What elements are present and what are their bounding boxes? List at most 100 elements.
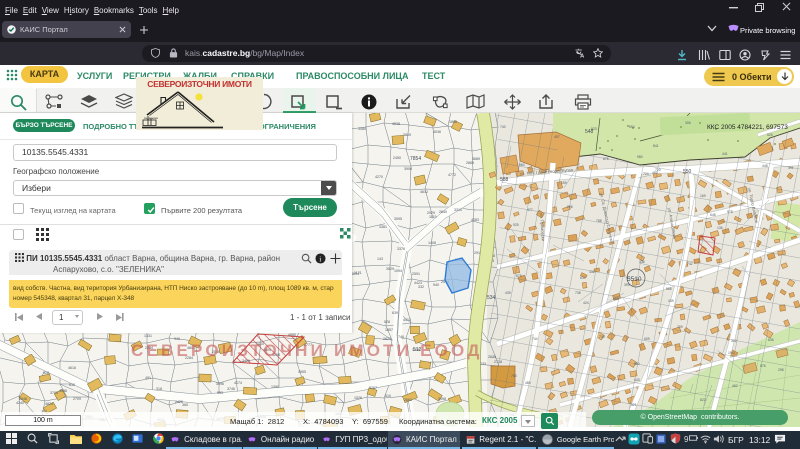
- svg-text:1526: 1526: [354, 396, 362, 400]
- svg-text:4638: 4638: [392, 122, 400, 126]
- svg-text:298: 298: [567, 205, 573, 209]
- svg-text:483: 483: [652, 171, 658, 175]
- svg-text:4988: 4988: [59, 389, 67, 393]
- svg-text:143: 143: [377, 257, 383, 261]
- svg-text:7854: 7854: [410, 156, 421, 162]
- svg-text:332: 332: [418, 285, 424, 289]
- svg-text:548: 548: [585, 129, 594, 135]
- svg-text:194: 194: [728, 351, 734, 355]
- svg-text:2640: 2640: [439, 210, 447, 214]
- svg-text:3795: 3795: [50, 391, 58, 395]
- svg-text:960: 960: [519, 163, 525, 167]
- svg-text:1408: 1408: [428, 241, 436, 245]
- svg-text:457: 457: [554, 135, 560, 139]
- svg-text:860: 860: [634, 362, 640, 366]
- svg-text:2718: 2718: [494, 360, 502, 364]
- svg-text:3955: 3955: [298, 370, 306, 374]
- svg-text:3498: 3498: [438, 397, 446, 401]
- svg-text:4616: 4616: [68, 366, 76, 370]
- svg-text:2450: 2450: [393, 156, 401, 160]
- svg-text:3381: 3381: [379, 225, 387, 229]
- svg-text:159: 159: [561, 181, 567, 185]
- svg-text:1866: 1866: [449, 120, 457, 124]
- svg-text:3906: 3906: [404, 167, 412, 171]
- svg-text:3267: 3267: [369, 386, 377, 390]
- svg-text:928: 928: [43, 371, 49, 375]
- svg-text:ККС 2005 4784221, 697573: ККС 2005 4784221, 697573: [707, 124, 788, 131]
- svg-text:136: 136: [639, 260, 645, 264]
- svg-text:4612: 4612: [420, 190, 428, 194]
- svg-text:431: 431: [589, 270, 595, 274]
- svg-text:462: 462: [732, 384, 738, 388]
- svg-text:136: 136: [717, 226, 723, 230]
- svg-text:2709: 2709: [73, 397, 81, 401]
- svg-text:566: 566: [666, 287, 672, 291]
- svg-text:638: 638: [69, 383, 75, 387]
- svg-text:594: 594: [629, 125, 635, 129]
- svg-text:Недвижими: Недвижими: [144, 116, 159, 120]
- svg-text:985: 985: [613, 297, 619, 301]
- svg-text:676: 676: [603, 157, 609, 161]
- svg-text:730: 730: [599, 335, 605, 339]
- svg-text:3095: 3095: [394, 217, 402, 221]
- svg-text:526: 526: [767, 133, 773, 137]
- svg-text:841: 841: [653, 144, 659, 148]
- svg-text:439: 439: [668, 299, 674, 303]
- svg-text:876: 876: [760, 364, 766, 368]
- svg-text:480: 480: [525, 381, 531, 385]
- svg-text:2661: 2661: [404, 398, 412, 402]
- svg-text:4772: 4772: [448, 173, 456, 177]
- svg-text:740: 740: [500, 125, 506, 129]
- svg-text:528: 528: [384, 320, 390, 324]
- svg-text:3746: 3746: [227, 387, 235, 391]
- svg-text:4270: 4270: [375, 175, 383, 179]
- svg-text:1094: 1094: [394, 269, 402, 273]
- svg-text:636: 636: [768, 338, 774, 342]
- svg-text:321: 321: [631, 403, 637, 407]
- svg-text:2039: 2039: [488, 355, 496, 359]
- svg-text:3529: 3529: [386, 267, 394, 271]
- svg-text:3310: 3310: [454, 208, 462, 212]
- svg-text:169: 169: [700, 194, 706, 198]
- svg-text:639: 639: [392, 311, 398, 315]
- svg-text:i: i: [319, 254, 321, 263]
- svg-text:477: 477: [527, 208, 533, 212]
- svg-text:3084: 3084: [358, 127, 366, 131]
- svg-text:4412: 4412: [403, 318, 411, 322]
- svg-text:3849: 3849: [403, 133, 411, 137]
- svg-text:439: 439: [505, 291, 511, 295]
- svg-text:2426: 2426: [175, 400, 183, 404]
- svg-text:4694: 4694: [351, 272, 359, 276]
- svg-text:940: 940: [433, 283, 439, 287]
- svg-text:2591: 2591: [412, 272, 420, 276]
- svg-text:424: 424: [583, 301, 589, 305]
- svg-text:A: A: [580, 54, 585, 58]
- svg-text:4174: 4174: [234, 381, 242, 385]
- svg-text:738: 738: [575, 291, 581, 295]
- svg-text:1857: 1857: [385, 328, 393, 332]
- svg-text:534: 534: [487, 295, 496, 301]
- svg-text:3096: 3096: [216, 382, 224, 386]
- svg-text:448: 448: [762, 164, 768, 168]
- svg-text:СЕВЕРОИЗТОЧНИ ИМОТИ ЕООД: СЕВЕРОИЗТОЧНИ ИМОТИ ЕООД: [131, 341, 483, 360]
- svg-text:746: 746: [398, 335, 404, 339]
- svg-text:588: 588: [500, 177, 509, 183]
- svg-text:823: 823: [700, 398, 706, 402]
- svg-text:4824: 4824: [45, 402, 53, 406]
- svg-text:610: 610: [385, 394, 391, 398]
- svg-text:788: 788: [596, 219, 602, 223]
- svg-text:978: 978: [727, 210, 733, 214]
- svg-text:4036: 4036: [433, 130, 441, 134]
- svg-text:391: 391: [788, 166, 794, 170]
- svg-text:2865: 2865: [466, 161, 474, 165]
- svg-text:553: 553: [217, 391, 223, 395]
- svg-text:1331: 1331: [144, 334, 152, 338]
- svg-text:637: 637: [580, 276, 586, 280]
- svg-text:980: 980: [637, 155, 643, 159]
- svg-text:925: 925: [513, 223, 519, 227]
- svg-text:742: 742: [687, 262, 693, 266]
- svg-text:648: 648: [710, 213, 716, 217]
- svg-text:491: 491: [145, 376, 151, 380]
- svg-text:783: 783: [511, 374, 517, 378]
- svg-text:312: 312: [731, 339, 737, 343]
